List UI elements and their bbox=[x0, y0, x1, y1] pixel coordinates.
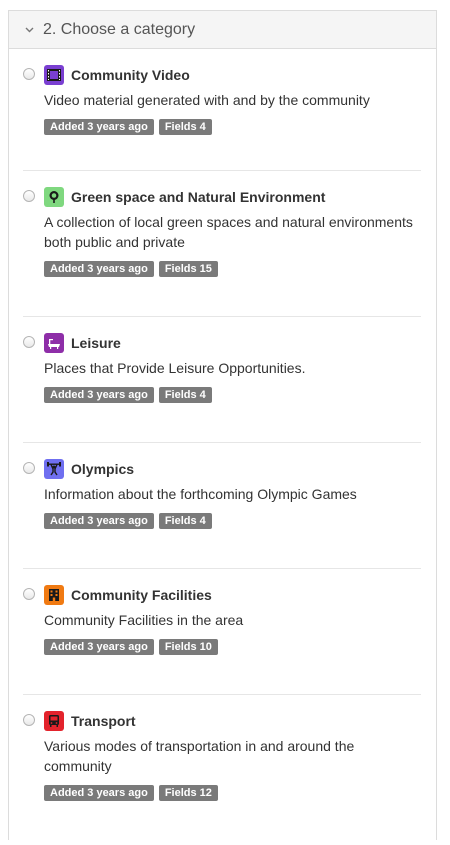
category-description: Information about the forthcoming Olympi… bbox=[44, 486, 357, 502]
tree-icon bbox=[44, 187, 64, 207]
category-radio[interactable] bbox=[23, 714, 35, 726]
category-radio[interactable] bbox=[23, 588, 35, 600]
category-description: A collection of local green spaces and n… bbox=[44, 214, 413, 250]
category-title: Green space and Natural Environment bbox=[71, 189, 326, 205]
added-badge: Added 3 years ago bbox=[44, 387, 154, 403]
category-panel: 2. Choose a category Community Video Vid… bbox=[8, 10, 437, 840]
category-title: Community Video bbox=[71, 67, 190, 83]
added-badge: Added 3 years ago bbox=[44, 261, 154, 277]
category-radio[interactable] bbox=[23, 462, 35, 474]
category-radio[interactable] bbox=[23, 68, 35, 80]
bathtub-icon bbox=[44, 333, 64, 353]
added-badge: Added 3 years ago bbox=[44, 513, 154, 529]
fields-badge: Fields 4 bbox=[158, 387, 212, 403]
fields-badge: Fields 15 bbox=[158, 261, 218, 277]
added-badge: Added 3 years ago bbox=[44, 639, 154, 655]
bus-icon bbox=[44, 711, 64, 731]
category-list: Community Video Video material generated… bbox=[9, 49, 436, 845]
category-description: Community Facilities in the area bbox=[44, 612, 244, 628]
panel-header[interactable]: 2. Choose a category bbox=[9, 11, 436, 49]
category-description: Video material generated with and by the… bbox=[44, 92, 370, 108]
category-description: Various modes of transportation in and a… bbox=[44, 738, 355, 774]
fields-badge: Fields 4 bbox=[158, 119, 212, 135]
category-title: Leisure bbox=[71, 335, 121, 351]
category-title: Transport bbox=[71, 713, 136, 729]
category-item-community-facilities[interactable]: Community Facilities Community Facilitie… bbox=[23, 569, 421, 695]
category-radio[interactable] bbox=[23, 190, 35, 202]
fields-badge: Fields 10 bbox=[158, 639, 218, 655]
chevron-down-icon[interactable] bbox=[23, 24, 35, 36]
category-title: Olympics bbox=[71, 461, 135, 477]
fields-badge: Fields 4 bbox=[158, 513, 212, 529]
category-item-transport[interactable]: Transport Various modes of transportatio… bbox=[23, 695, 421, 845]
category-description: Places that Provide Leisure Opportunitie… bbox=[44, 360, 306, 376]
added-badge: Added 3 years ago bbox=[44, 785, 154, 801]
building-icon bbox=[44, 585, 64, 605]
fields-badge: Fields 12 bbox=[158, 785, 218, 801]
category-item-green-space[interactable]: Green space and Natural Environment A co… bbox=[23, 171, 421, 317]
category-item-leisure[interactable]: Leisure Places that Provide Leisure Oppo… bbox=[23, 317, 421, 443]
panel-title: 2. Choose a category bbox=[43, 20, 196, 38]
category-item-community-video[interactable]: Community Video Video material generated… bbox=[23, 49, 421, 171]
category-item-olympics[interactable]: Olympics Information about the forthcomi… bbox=[23, 443, 421, 569]
category-title: Community Facilities bbox=[71, 587, 212, 603]
weightlifting-icon bbox=[44, 459, 64, 479]
category-radio[interactable] bbox=[23, 336, 35, 348]
film-icon bbox=[44, 65, 64, 85]
added-badge: Added 3 years ago bbox=[44, 119, 154, 135]
